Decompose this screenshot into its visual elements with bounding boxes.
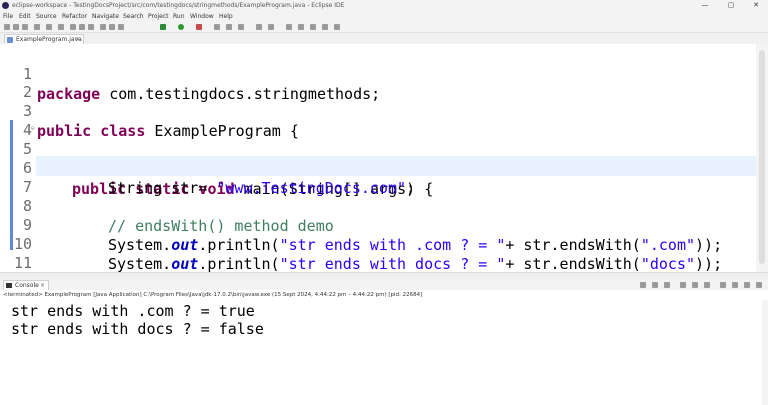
menu-source[interactable]: Source bbox=[36, 13, 57, 20]
toolbar bbox=[0, 22, 768, 33]
close-button[interactable]: ✕ bbox=[745, 0, 767, 11]
console-icon bbox=[6, 283, 12, 288]
menu-run[interactable]: Run bbox=[173, 13, 185, 20]
code-line: 6 String str= "www.TestingDocs.com"; bbox=[0, 138, 756, 197]
next-annotation-icon[interactable] bbox=[298, 24, 304, 30]
menu-project[interactable]: Project bbox=[148, 13, 169, 20]
remove-launch-icon[interactable] bbox=[652, 282, 658, 288]
console-line: str ends with docs ? = false bbox=[11, 320, 264, 338]
save-icon[interactable] bbox=[13, 24, 19, 30]
code-editor[interactable]: 1 package com.testingdocs.stringmethods;… bbox=[0, 44, 768, 311]
console-output[interactable]: str ends with .com ? = true str ends wit… bbox=[0, 300, 768, 405]
pin-console-icon[interactable] bbox=[720, 282, 726, 288]
fold-icon[interactable]: ⊖ bbox=[31, 119, 35, 139]
java-file-icon bbox=[7, 37, 13, 43]
debug-icon[interactable] bbox=[160, 24, 166, 30]
menu-bar: File Edit Source Refactor Navigate Searc… bbox=[0, 11, 768, 22]
code-line: 2 bbox=[0, 62, 756, 101]
eclipse-icon bbox=[2, 2, 9, 9]
menu-edit[interactable]: Edit bbox=[19, 13, 31, 20]
bookmark-icon[interactable] bbox=[46, 24, 52, 30]
view-menu-icon[interactable] bbox=[756, 282, 762, 288]
terminate-icon[interactable] bbox=[88, 24, 94, 30]
menu-search[interactable]: Search bbox=[123, 13, 144, 20]
scroll-lock-icon[interactable] bbox=[692, 282, 698, 288]
menu-navigate[interactable]: Navigate bbox=[92, 13, 119, 20]
console-line: str ends with .com ? = true bbox=[11, 302, 255, 320]
code-line: 12 } bbox=[0, 252, 756, 311]
code-line: 9 System.out.println("str ends with .com… bbox=[0, 195, 756, 254]
suspend-icon[interactable] bbox=[79, 24, 85, 30]
display-console-icon[interactable] bbox=[732, 282, 738, 288]
run-icon[interactable] bbox=[178, 24, 184, 30]
search-icon[interactable] bbox=[268, 24, 274, 30]
new-package-icon[interactable] bbox=[226, 24, 232, 30]
open-console-icon[interactable] bbox=[744, 282, 750, 288]
console-status: <terminated> ExampleProgram [Java Applic… bbox=[0, 290, 768, 300]
editor-scrollbar[interactable] bbox=[756, 44, 768, 272]
toggle-mark-icon[interactable] bbox=[286, 24, 292, 30]
save-all-icon[interactable] bbox=[22, 24, 28, 30]
scrollbar-thumb[interactable] bbox=[759, 50, 765, 264]
resume-icon[interactable] bbox=[70, 24, 76, 30]
skip-breakpoints-icon[interactable] bbox=[58, 24, 64, 30]
forward-icon[interactable] bbox=[334, 24, 340, 30]
code-line: 10 System.out.println("str ends with doc… bbox=[0, 214, 756, 273]
remove-all-icon[interactable] bbox=[664, 282, 670, 288]
code-line: 4 bbox=[0, 100, 756, 139]
step-over-icon[interactable] bbox=[109, 24, 115, 30]
menu-window[interactable]: Window bbox=[190, 13, 214, 20]
console-scrollbar[interactable] bbox=[762, 300, 768, 405]
title-bar: eclipse-workspace - TestingDocsProject/s… bbox=[0, 0, 768, 11]
code-line: 3 public class ExampleProgram { bbox=[0, 81, 756, 140]
menu-help[interactable]: Help bbox=[219, 13, 233, 20]
back-icon[interactable] bbox=[322, 24, 328, 30]
code-line: 5 ⊖ public static void main(String[] arg… bbox=[0, 119, 756, 198]
minimize-button[interactable]: — bbox=[694, 0, 716, 11]
console-status-text: <terminated> ExampleProgram [Java Applic… bbox=[3, 292, 423, 298]
maximize-button[interactable]: ▢ bbox=[720, 0, 742, 11]
code-line: 11 } bbox=[0, 233, 756, 292]
code-line: 7 bbox=[0, 157, 756, 196]
previous-annotation-icon[interactable] bbox=[310, 24, 316, 30]
step-into-icon[interactable] bbox=[100, 24, 106, 30]
open-type-icon[interactable] bbox=[256, 24, 262, 30]
clear-console-icon[interactable] bbox=[680, 282, 686, 288]
word-wrap-icon[interactable] bbox=[704, 282, 710, 288]
terminal-icon[interactable] bbox=[34, 24, 40, 30]
code-line: 8 // endsWith() method demo bbox=[0, 176, 756, 235]
new-java-project-icon[interactable] bbox=[214, 24, 220, 30]
new-class-icon[interactable] bbox=[238, 24, 244, 30]
new-icon[interactable] bbox=[4, 24, 10, 30]
terminate-console-icon[interactable] bbox=[640, 282, 646, 288]
step-return-icon[interactable] bbox=[118, 24, 124, 30]
code-line: 1 package com.testingdocs.stringmethods; bbox=[0, 44, 756, 103]
menu-file[interactable]: File bbox=[3, 13, 13, 20]
window-title: eclipse-workspace - TestingDocsProject/s… bbox=[12, 2, 345, 9]
external-tools-icon[interactable] bbox=[196, 24, 202, 30]
menu-refactor[interactable]: Refactor bbox=[62, 13, 87, 20]
